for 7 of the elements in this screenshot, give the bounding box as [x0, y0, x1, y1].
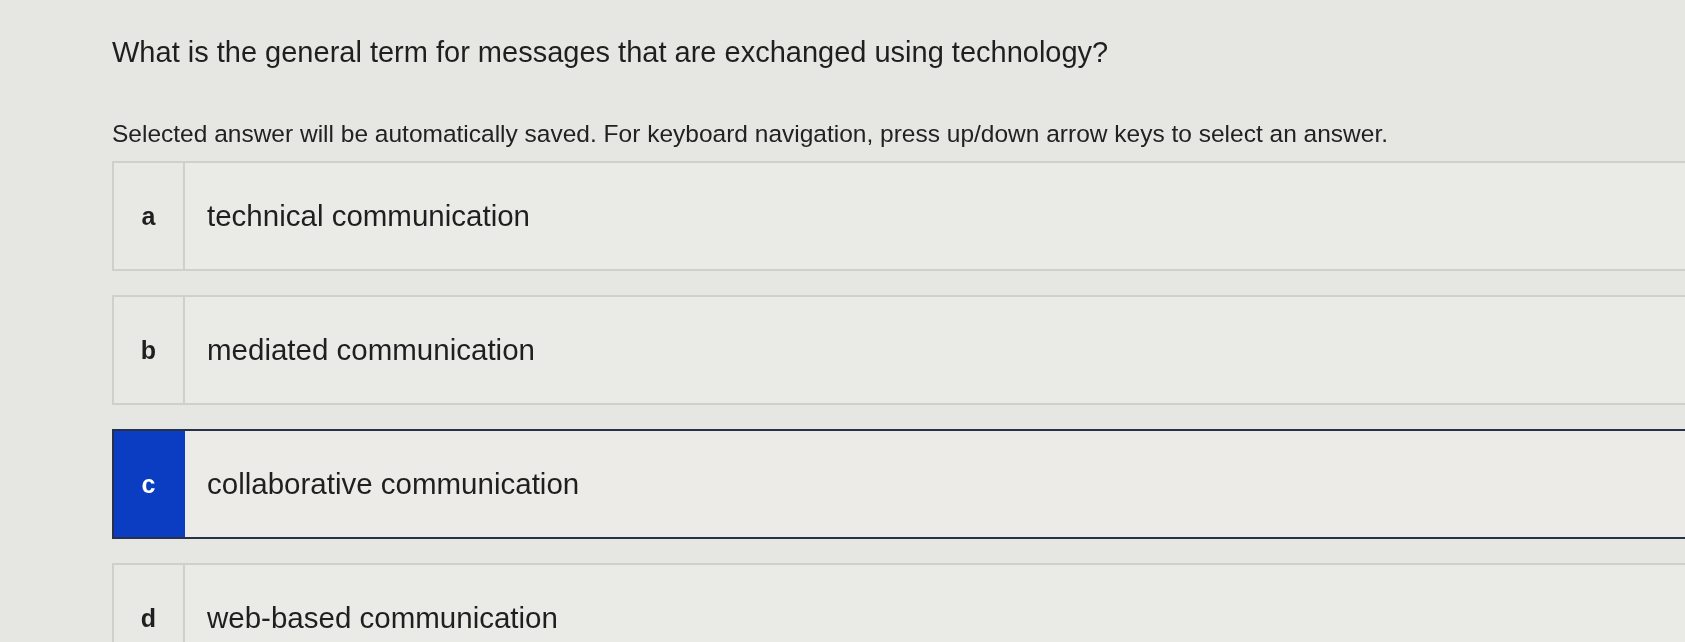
option-letter: c — [114, 431, 185, 537]
answer-option[interactable]: c collaborative communication — [112, 429, 1685, 539]
answer-option[interactable]: a technical communication — [112, 161, 1685, 271]
instructions-text: Selected answer will be automatically saved. For keyboard navigation, press up/down arrow keys to select an answer. — [112, 119, 1389, 149]
answer-option[interactable]: b mediated communication — [112, 295, 1685, 405]
answer-option[interactable]: d web-based communication — [112, 563, 1685, 642]
question-text: What is the general term for messages that are exchanged using technology? — [112, 35, 1110, 70]
